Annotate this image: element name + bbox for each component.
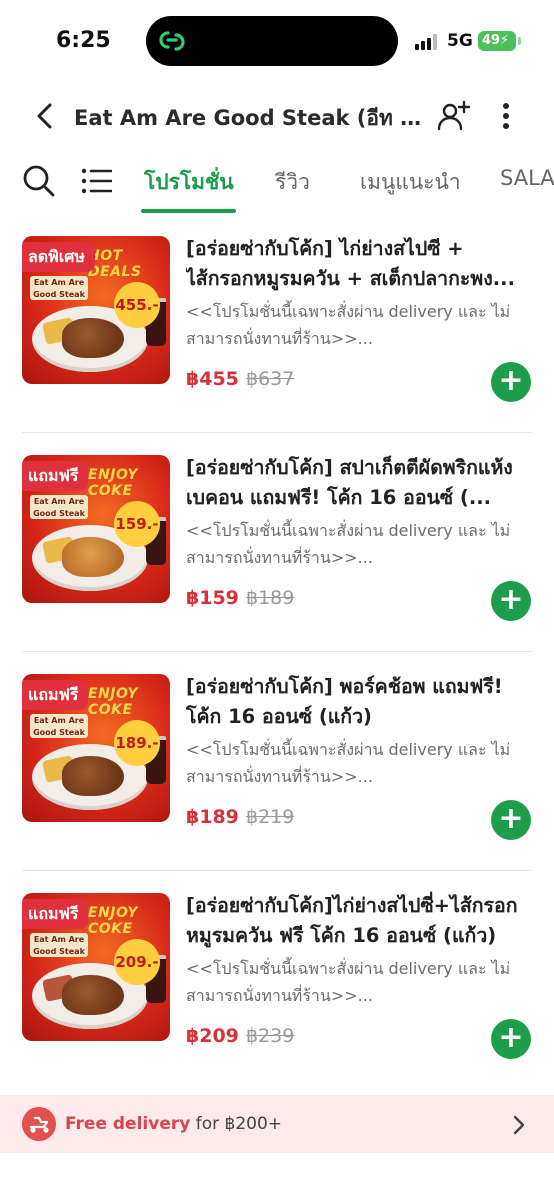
item-title: [อร่อยซ่ากับโค้ก] ไก่ย่างสไปซี + ไส้กรอก… bbox=[186, 237, 515, 290]
item-badge: แถมฟรี bbox=[22, 461, 89, 491]
header: Eat Am Are Good Steak (อีท แอ... bbox=[0, 90, 554, 142]
add-button[interactable]: + bbox=[491, 362, 531, 402]
tab-sala[interactable]: SALA bbox=[500, 166, 554, 190]
tab-bar: โปรโมชั่น รีวิว เมนูแนะนำ SALA bbox=[0, 150, 554, 214]
item-badge: ลดพิเศษ bbox=[22, 242, 95, 272]
item-image: ลดพิเศษ HOT DEALS Eat Am Are Good Steak … bbox=[22, 236, 170, 384]
item-original-price: ฿239 bbox=[246, 1025, 295, 1047]
image-headline: ENJOY COKE bbox=[88, 905, 139, 937]
item-original-price: ฿219 bbox=[246, 806, 295, 828]
spaghetti bbox=[62, 537, 124, 577]
add-button[interactable]: + bbox=[491, 1019, 531, 1059]
image-price: 189.- bbox=[114, 720, 160, 766]
active-tab-indicator bbox=[141, 209, 236, 213]
free-delivery-banner[interactable]: Free delivery for ฿200+ bbox=[0, 1095, 554, 1153]
steak bbox=[62, 318, 124, 358]
tab-reviews[interactable]: รีวิว bbox=[275, 166, 310, 199]
signal-icon bbox=[415, 34, 441, 50]
list-icon[interactable] bbox=[80, 166, 112, 196]
item-description: <<โปรโมชั่นนี้เฉพาะสั่งผ่าน delivery และ… bbox=[186, 959, 511, 1005]
more-icon[interactable] bbox=[494, 100, 518, 132]
image-headline: ENJOY COKE bbox=[88, 686, 139, 718]
item-badge: แถมฟรี bbox=[22, 899, 89, 929]
item-image: แถมฟรี ENJOY COKE Eat Am Are Good Steak … bbox=[22, 455, 170, 603]
item-description: <<โปรโมชั่นนี้เฉพาะสั่งผ่าน delivery และ… bbox=[186, 521, 511, 567]
search-icon[interactable] bbox=[22, 164, 56, 198]
image-price: 455.- bbox=[114, 282, 160, 328]
item-price: ฿455 bbox=[186, 368, 239, 390]
item-title: [อร่อยซ่ากับโค้ก]ไก่ย่างสไปซี่+ไส้กรอกหม… bbox=[186, 894, 518, 947]
battery-tip bbox=[518, 37, 521, 45]
image-brand: Eat Am Are Good Steak bbox=[30, 495, 88, 519]
store-page: 6:25 5G 49⚡ Eat Am Are Good Steak (อีท แ… bbox=[0, 0, 554, 1200]
back-icon[interactable] bbox=[30, 100, 60, 132]
promo-item[interactable]: แถมฟรี ENJOY COKE Eat Am Are Good Steak … bbox=[0, 433, 554, 652]
plus-icon: + bbox=[498, 582, 524, 617]
grilled-chicken bbox=[62, 975, 124, 1015]
add-button[interactable]: + bbox=[491, 581, 531, 621]
item-title: [อร่อยซ่ากับโค้ก] สปาเก็ตตีผัดพริกแห้งเบ… bbox=[186, 456, 513, 509]
image-headline: HOT DEALS bbox=[88, 248, 142, 280]
plus-icon: + bbox=[498, 1020, 524, 1055]
plus-icon: + bbox=[498, 801, 524, 836]
item-image: แถมฟรี ENJOY COKE Eat Am Are Good Steak … bbox=[22, 674, 170, 822]
item-description: <<โปรโมชั่นนี้เฉพาะสั่งผ่าน delivery และ… bbox=[186, 740, 511, 786]
banner-rest: for ฿200+ bbox=[195, 1114, 283, 1134]
page-title: Eat Am Are Good Steak (อีท แอ... bbox=[74, 106, 426, 130]
promo-item[interactable]: แถมฟรี ENJOY COKE Eat Am Are Good Steak … bbox=[0, 871, 554, 1090]
item-price: ฿189 bbox=[186, 806, 239, 828]
image-brand: Eat Am Are Good Steak bbox=[30, 276, 88, 300]
item-image: แถมฟรี ENJOY COKE Eat Am Are Good Steak … bbox=[22, 893, 170, 1041]
image-price: 209.- bbox=[114, 939, 160, 985]
tab-recommended[interactable]: เมนูแนะนำ bbox=[360, 166, 461, 199]
item-description: <<โปรโมชั่นนี้เฉพาะสั่งผ่าน delivery และ… bbox=[186, 302, 511, 348]
add-button[interactable]: + bbox=[491, 800, 531, 840]
dynamic-island bbox=[146, 16, 398, 66]
app-logo-icon bbox=[159, 31, 185, 51]
battery-level: 49 bbox=[482, 33, 501, 48]
item-price: ฿209 bbox=[186, 1025, 239, 1047]
promo-item[interactable]: แถมฟรี ENJOY COKE Eat Am Are Good Steak … bbox=[0, 652, 554, 871]
promo-item[interactable]: ลดพิเศษ HOT DEALS Eat Am Are Good Steak … bbox=[0, 214, 554, 433]
item-title: [อร่อยซ่ากับโค้ก] พอร์คช้อพ แถมฟรี! โค้ก… bbox=[186, 675, 503, 728]
add-user-icon[interactable] bbox=[436, 98, 472, 134]
image-brand: Eat Am Are Good Steak bbox=[30, 714, 88, 738]
battery-icon: 49⚡ bbox=[478, 31, 516, 51]
banner-highlight: Free delivery bbox=[65, 1114, 191, 1134]
plus-icon: + bbox=[498, 363, 524, 398]
status-bar: 6:25 5G 49⚡ bbox=[0, 0, 554, 84]
image-price: 159.- bbox=[114, 501, 160, 547]
tab-promotions[interactable]: โปรโมชั่น bbox=[144, 166, 234, 199]
item-original-price: ฿637 bbox=[246, 368, 295, 390]
delivery-icon bbox=[22, 1107, 56, 1141]
pork-chop bbox=[62, 756, 124, 796]
image-headline: ENJOY COKE bbox=[88, 467, 139, 499]
item-badge: แถมฟรี bbox=[22, 680, 89, 710]
item-price: ฿159 bbox=[186, 587, 239, 609]
chevron-right-icon[interactable] bbox=[510, 1113, 528, 1137]
banner-text: Free delivery for ฿200+ bbox=[65, 1114, 282, 1134]
status-time: 6:25 bbox=[56, 28, 111, 53]
image-brand: Eat Am Are Good Steak bbox=[30, 933, 88, 957]
item-original-price: ฿189 bbox=[246, 587, 295, 609]
network-type: 5G bbox=[447, 31, 473, 51]
